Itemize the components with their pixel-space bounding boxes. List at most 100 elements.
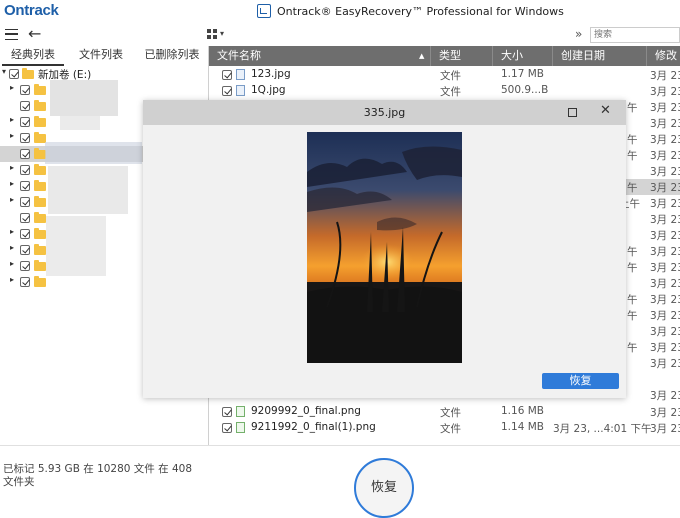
expand-arrow-icon[interactable]: ▸ [10,83,14,92]
folder-icon [34,196,46,207]
checkbox[interactable] [222,423,232,433]
search-input[interactable] [594,29,678,41]
column-size[interactable]: 大小 [493,46,553,66]
table-row[interactable]: 9209992_0_final.png 文件 1.16 MB 3月 23, [209,404,680,420]
checkbox[interactable] [20,261,30,271]
column-modified[interactable]: 修改 [647,46,680,66]
menu-icon[interactable] [5,29,18,40]
tab-file-list[interactable]: 文件列表 [68,46,134,66]
expand-arrow-icon[interactable]: ▸ [10,227,14,236]
checkbox[interactable] [20,245,30,255]
file-modified: 3月 23, [650,390,680,402]
file-created: 午 [627,134,638,146]
checkbox[interactable] [20,213,30,223]
column-file-name[interactable]: 文件名称 ▲ [209,46,431,66]
checkbox[interactable] [20,165,30,175]
checkbox[interactable] [222,86,232,96]
file-size: 500.9...B [501,84,549,96]
folder-icon [34,212,46,223]
checkbox[interactable] [222,407,232,417]
checkbox[interactable] [20,133,30,143]
file-modified: 3月 23, [650,214,680,226]
window-title: Ontrack® EasyRecovery™ Professional for … [277,5,564,18]
file-modified: 3月 23, [650,86,680,98]
expand-arrow-icon[interactable]: ▸ [10,195,14,204]
maximize-icon[interactable] [568,108,577,117]
checkbox[interactable] [20,85,30,95]
folder-icon [34,100,46,111]
file-modified: 3月 23, [650,407,680,419]
file-name: 1Q.jpg [251,84,286,96]
folder-icon [34,244,46,255]
file-size: 1.17 MB [501,68,544,80]
file-type: 文件 [440,70,461,82]
folder-icon [34,180,46,191]
checkbox[interactable] [20,277,30,287]
file-modified: 3月 23, [650,102,680,114]
checkbox[interactable] [20,229,30,239]
file-modified: 3月 23, [650,423,680,435]
redacted-label [46,216,106,276]
folder-icon [34,84,46,95]
file-modified: 3月 23, [650,134,680,146]
file-size: 1.16 MB [501,405,544,417]
tab-deleted-list[interactable]: 已删除列表 [138,46,206,66]
folder-icon [34,164,46,175]
table-row[interactable]: 9211992_0_final(1).png 文件 1.14 MB 3月 23,… [209,420,680,436]
expand-arrow-icon[interactable]: ▸ [10,259,14,268]
folder-icon [34,276,46,287]
preview-title-bar: 335.jpg ✕ [143,100,626,125]
table-row[interactable]: 123.jpg 文件 1.17 MB 3月 23, [209,67,680,83]
file-modified: 3月 23, [650,230,680,242]
file-created: 午 [627,150,638,162]
column-created[interactable]: 创建日期 [553,46,647,66]
redacted-label [48,166,128,214]
file-type: 文件 [440,407,461,419]
file-created: 3月 23, ...4:01 下午 [553,423,652,435]
file-modified: 3月 23, [650,150,680,162]
status-text: 已标记 5.93 GB 在 10280 文件 在 408 文件夹 [3,463,193,488]
file-modified: 3月 23, [650,342,680,354]
chevron-down-icon[interactable]: ▾ [220,29,224,38]
redacted-label [45,142,142,164]
preview-dialog: 335.jpg ✕ 恢复 [143,100,626,398]
expand-arrow-icon[interactable]: ▸ [10,115,14,124]
back-arrow-icon[interactable]: ← [28,24,41,43]
checkbox[interactable] [20,197,30,207]
file-created: 午 [627,182,638,194]
image-file-icon [236,406,245,417]
expand-arrow-icon[interactable]: ▸ [10,243,14,252]
file-modified: 3月 23, [650,166,680,178]
collapse-arrow-icon[interactable]: ▾ [2,67,6,76]
preview-restore-button[interactable]: 恢复 [542,373,619,389]
file-type: 文件 [440,423,461,435]
expand-arrow-icon[interactable]: ▸ [10,131,14,140]
checkbox[interactable] [20,117,30,127]
checkbox[interactable] [20,181,30,191]
toolbar: ← ▾ » [0,24,680,46]
expand-right-icon[interactable]: » [575,27,582,41]
checkbox[interactable] [9,69,19,79]
view-grid-icon[interactable] [207,29,218,40]
expand-arrow-icon[interactable]: ▸ [10,179,14,188]
close-icon[interactable]: ✕ [600,103,611,118]
folder-icon [34,260,46,271]
left-tabs: 经典列表 文件列表 已删除列表 [0,46,208,66]
checkbox[interactable] [20,149,30,159]
expand-arrow-icon[interactable]: ▸ [10,163,14,172]
preview-title: 335.jpg [363,106,406,119]
file-modified: 3月 23, [650,70,680,82]
preview-image [307,132,462,363]
search-box[interactable] [590,27,680,43]
expand-arrow-icon[interactable]: ▸ [10,275,14,284]
table-row[interactable]: 1Q.jpg 文件 500.9...B 3月 23, [209,83,680,99]
tab-classic-list[interactable]: 经典列表 [2,46,64,66]
file-created: 午 [627,102,638,114]
column-type[interactable]: 类型 [431,46,493,66]
file-name: 9209992_0_final.png [251,405,361,417]
image-file-icon [236,69,245,80]
checkbox[interactable] [222,70,232,80]
restore-button[interactable]: 恢复 [354,458,414,518]
file-type: 文件 [440,86,461,98]
checkbox[interactable] [20,101,30,111]
